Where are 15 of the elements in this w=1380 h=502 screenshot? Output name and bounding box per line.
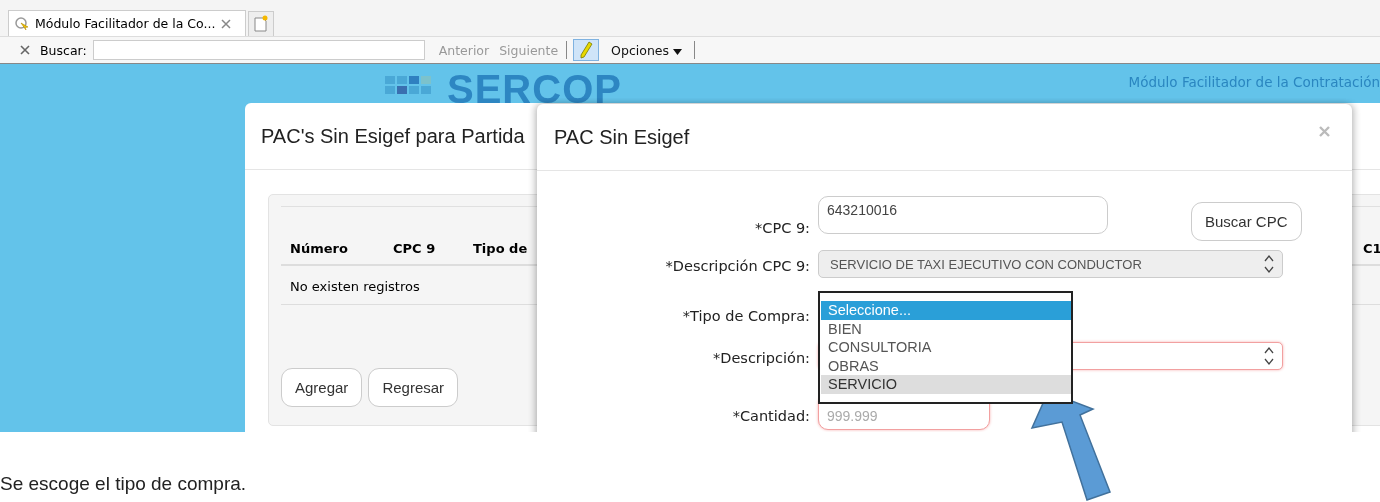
column-header: Número <box>290 241 348 256</box>
empty-message: No existen registros <box>290 279 420 294</box>
column-header: CPC 9 <box>393 241 436 256</box>
column-header: C1 <box>1363 241 1380 256</box>
caption: Se escoge el tipo de compra. <box>0 473 247 495</box>
field-label: *Cantidad: <box>732 408 810 424</box>
dialog-title: PAC Sin Esigef <box>554 125 690 149</box>
logo: SERCOP <box>385 72 622 106</box>
find-label: Buscar: <box>40 42 87 58</box>
field-label: *Tipo de Compra: <box>682 308 810 326</box>
dialog-title: PAC's Sin Esigef para Partida <box>261 124 525 148</box>
field-label: *Descripción: <box>713 350 810 368</box>
column-header: Tipo de <box>473 241 528 256</box>
field-label: *CPC 9: <box>755 220 810 236</box>
field-label: *Descripción CPC 9: <box>665 258 810 276</box>
